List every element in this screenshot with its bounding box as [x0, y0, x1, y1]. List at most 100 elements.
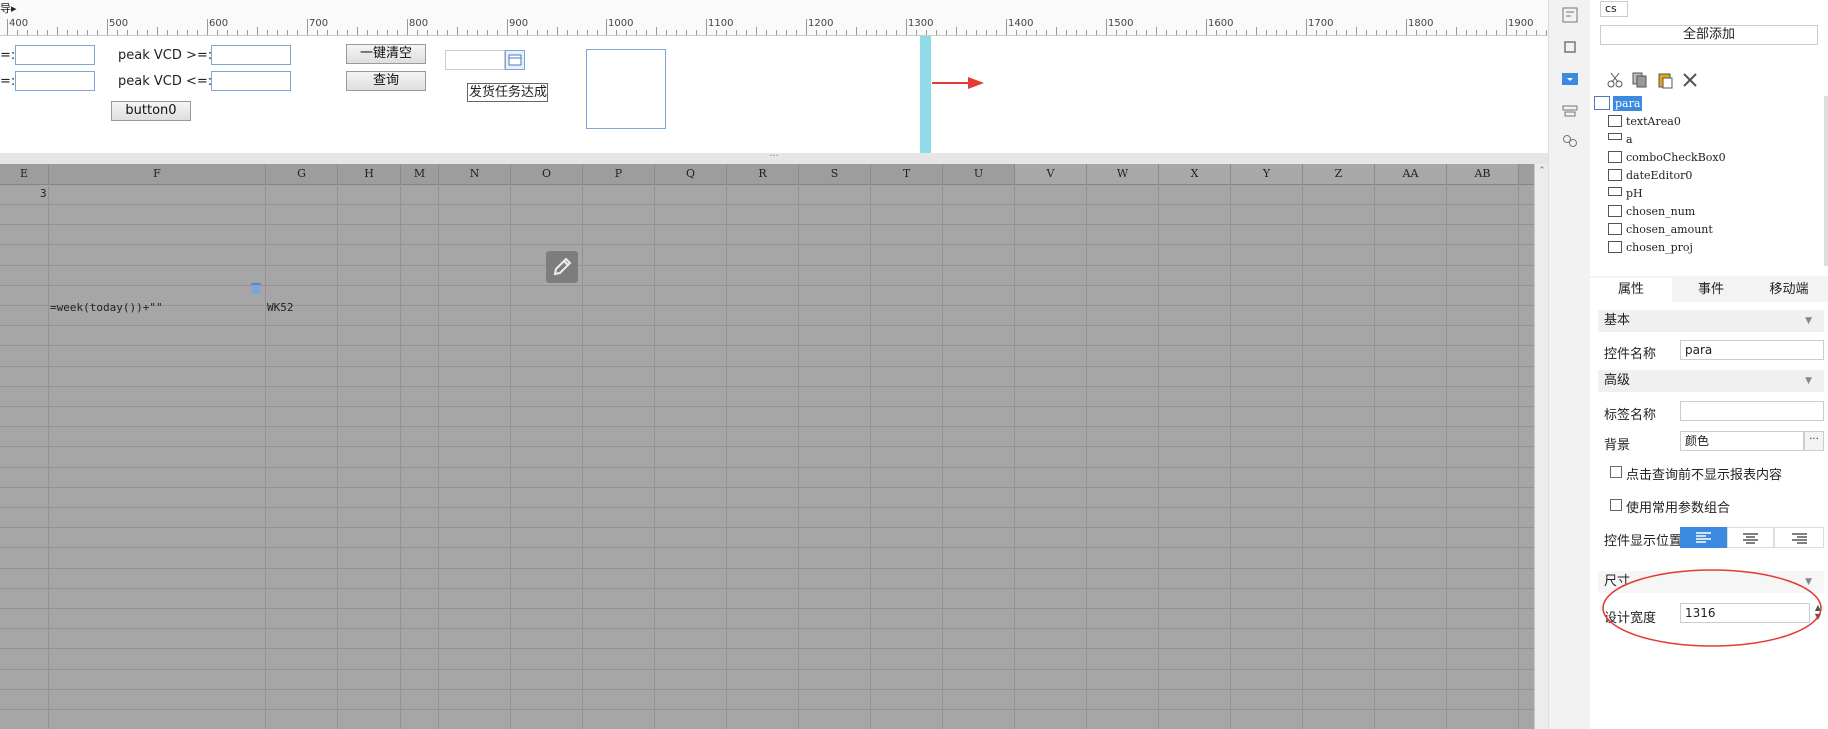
task-completion-label[interactable]: 发货任务达成%	[467, 83, 548, 102]
ruler-tick	[856, 27, 857, 35]
ruler-tick	[1196, 30, 1197, 35]
column-header-aa[interactable]: AA	[1375, 164, 1447, 184]
ruler-tick	[1016, 30, 1017, 35]
widget-panel-icon[interactable]	[1561, 70, 1579, 88]
column-header-o[interactable]: O	[511, 164, 583, 184]
row-gridline	[0, 628, 1534, 629]
row-gridline	[0, 588, 1534, 589]
tab-events[interactable]: 事件	[1672, 278, 1750, 302]
section-advanced[interactable]: 高级 ▼	[1598, 370, 1824, 392]
ruler-tick	[1426, 30, 1427, 35]
cut-icon[interactable]	[1606, 71, 1624, 89]
horizontal-ruler: 导▸ 400 500 600 700 800 900 1000 1100 1200 1300 140…	[0, 0, 1548, 36]
column-header-z[interactable]: Z	[1303, 164, 1375, 184]
ruler-tick-label: 1500	[1108, 18, 1134, 29]
background-field[interactable]: 颜色	[1680, 431, 1804, 451]
panel-resize-grip[interactable]: ···	[0, 152, 1548, 164]
tab-properties[interactable]: 属性	[1590, 278, 1672, 302]
widget-name-field[interactable]: para	[1680, 340, 1824, 360]
row-gridline	[0, 386, 1534, 387]
tab-mobile[interactable]: 移动端	[1750, 278, 1828, 302]
width-splitter[interactable]	[920, 36, 931, 153]
search-input[interactable]: cs	[1600, 1, 1628, 17]
scroll-up-icon[interactable]: ⌃	[1535, 166, 1549, 176]
ruler-tick	[1026, 30, 1027, 35]
calendar-icon[interactable]	[505, 50, 525, 70]
sheet-vertical-scrollbar[interactable]: ⌃	[1534, 164, 1549, 729]
copy-icon[interactable]	[1631, 71, 1649, 89]
column-header-v[interactable]: V	[1015, 164, 1087, 184]
text-area-widget[interactable]	[586, 49, 666, 129]
row-gridline	[0, 305, 1534, 306]
ruler-tick	[597, 30, 598, 35]
use-param-combo-checkbox[interactable]	[1610, 499, 1622, 511]
max-input[interactable]	[15, 71, 95, 91]
ruler-tick	[267, 30, 268, 35]
column-header-m[interactable]: M	[401, 164, 439, 184]
peak-vcd-le-input[interactable]	[211, 71, 291, 91]
ruler-tick	[1456, 27, 1457, 35]
ruler-tick-label: 1400	[1008, 18, 1034, 29]
column-header-y[interactable]: Y	[1231, 164, 1303, 184]
column-header-e[interactable]: E	[0, 164, 49, 184]
ruler-tick	[1326, 30, 1327, 35]
column-header-s[interactable]: S	[799, 164, 871, 184]
align-center-button[interactable]	[1727, 527, 1774, 548]
column-header-ab[interactable]: AB	[1447, 164, 1519, 184]
cell-f-formula[interactable]: =week(today())+""	[50, 301, 163, 314]
button0[interactable]: button0	[111, 101, 191, 121]
background-label: 背景	[1604, 438, 1631, 453]
ruler-tick	[1166, 30, 1167, 35]
column-header-q[interactable]: Q	[655, 164, 727, 184]
column-header-g[interactable]: G	[266, 164, 338, 184]
tree-item-para[interactable]: para	[1613, 96, 1643, 111]
row-gridline	[0, 265, 1534, 266]
column-header-t[interactable]: T	[871, 164, 943, 184]
tag-name-field[interactable]	[1680, 401, 1824, 421]
ruler-tick	[886, 30, 887, 35]
crop-frame-icon[interactable]	[1561, 38, 1579, 56]
clear-all-button[interactable]: 一键清空	[346, 44, 426, 64]
section-basic[interactable]: 基本 ▼	[1598, 310, 1824, 332]
min-input[interactable]	[15, 45, 95, 65]
column-header-p[interactable]: P	[583, 164, 655, 184]
report-settings-icon[interactable]	[1561, 6, 1579, 24]
add-all-button[interactable]: 全部添加	[1600, 25, 1818, 45]
align-right-button[interactable]	[1774, 527, 1824, 548]
column-header-n[interactable]: N	[439, 164, 511, 184]
ruler-tick	[387, 30, 388, 35]
no-show-before-query-checkbox[interactable]	[1610, 466, 1622, 478]
column-header-h[interactable]: H	[338, 164, 401, 184]
peak-vcd-le-label: peak VCD <=:	[118, 74, 213, 89]
column-header-u[interactable]: U	[943, 164, 1015, 184]
ruler-tick	[876, 30, 877, 35]
edit-pencil-icon[interactable]	[546, 251, 578, 283]
peak-vcd-ge-input[interactable]	[211, 45, 291, 65]
background-more-button[interactable]: ···	[1804, 431, 1824, 451]
ruler-tick	[27, 30, 28, 35]
paste-icon[interactable]	[1656, 71, 1674, 89]
trash-icon[interactable]	[249, 281, 263, 295]
row-gridline	[0, 467, 1534, 468]
delete-icon[interactable]	[1681, 71, 1699, 89]
ruler-tick	[237, 30, 238, 35]
cell-e1[interactable]: 3	[40, 187, 47, 200]
ruler-tick	[507, 19, 508, 35]
column-header-r[interactable]: R	[727, 164, 799, 184]
layer-icon[interactable]	[1561, 102, 1579, 120]
ruler-tick	[1436, 30, 1437, 35]
column-header-f[interactable]: F	[49, 164, 266, 184]
date-editor-input[interactable]	[445, 50, 505, 70]
column-header-w[interactable]: W	[1087, 164, 1159, 184]
tree-scrollbar[interactable]	[1824, 96, 1828, 266]
align-left-button[interactable]	[1680, 527, 1727, 548]
row-gridline	[0, 608, 1534, 609]
link-icon[interactable]	[1561, 132, 1579, 150]
column-header-x[interactable]: X	[1159, 164, 1231, 184]
widget-tree[interactable]: para textArea0 a comboCheckBox0 dateEdit…	[1594, 96, 1820, 266]
row-gridline	[0, 507, 1534, 508]
query-button[interactable]: 查询	[346, 71, 426, 91]
ruler-tick	[766, 30, 767, 35]
cell-g-value[interactable]: WK52	[267, 301, 294, 314]
ruler-tick	[317, 30, 318, 35]
